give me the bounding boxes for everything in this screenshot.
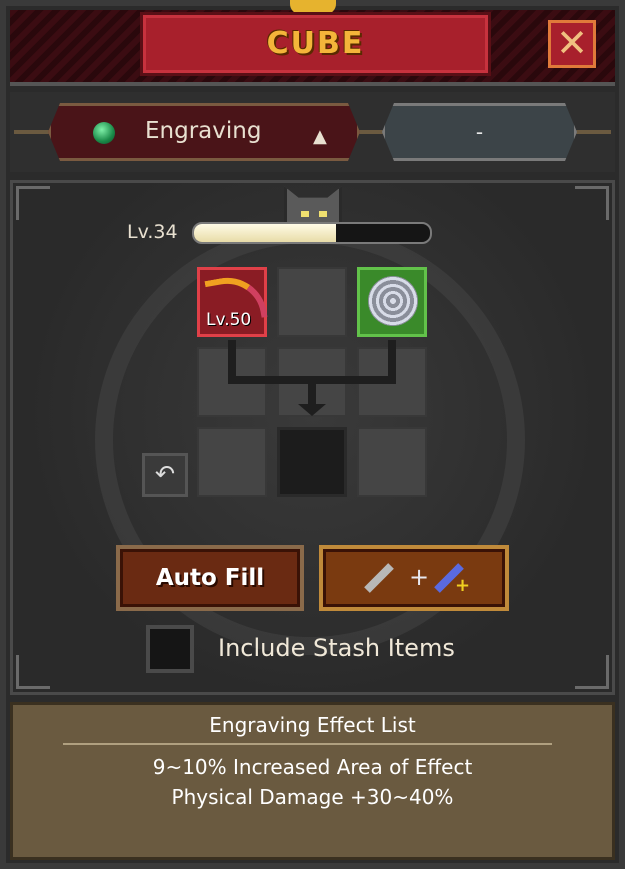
mode-label: Engraving bbox=[145, 118, 262, 144]
secondary-label: - bbox=[475, 120, 484, 144]
close-button[interactable]: ✕ bbox=[548, 20, 596, 68]
secondary-selector[interactable]: - bbox=[382, 103, 577, 161]
include-stash-label: Include Stash Items bbox=[218, 634, 455, 662]
auto-fill-button[interactable]: Auto Fill bbox=[116, 545, 304, 611]
effect-line: Physical Damage +30~40% bbox=[171, 785, 454, 809]
undo-button[interactable]: ↶ bbox=[142, 453, 188, 497]
corner-ornament bbox=[575, 655, 609, 689]
chevron-up-icon: ▲ bbox=[313, 126, 327, 147]
cube-eye bbox=[319, 211, 327, 217]
rail-middle bbox=[356, 130, 386, 134]
mode-dropdown[interactable]: Engraving ▲ bbox=[48, 103, 360, 161]
rail-right bbox=[575, 130, 611, 134]
grid-cell bbox=[357, 427, 427, 497]
combine-button[interactable]: + + bbox=[319, 545, 509, 611]
corner-ornament bbox=[16, 186, 50, 220]
close-icon: ✕ bbox=[556, 21, 588, 65]
effect-list-title: Engraving Effect List bbox=[209, 713, 416, 737]
effect-line: 9~10% Increased Area of Effect bbox=[152, 755, 473, 779]
corner-ornament bbox=[16, 655, 50, 689]
effect-list-panel: Engraving Effect List 9~10% Increased Ar… bbox=[10, 702, 615, 860]
web-icon bbox=[368, 276, 418, 326]
cube-level: Lv.34 bbox=[127, 221, 178, 243]
cube-xp-fill bbox=[194, 224, 336, 242]
output-slot[interactable] bbox=[277, 427, 347, 497]
cube-eye bbox=[301, 211, 309, 217]
window-title: CUBE bbox=[266, 26, 365, 61]
sparkle-icon: + bbox=[455, 575, 471, 596]
divider bbox=[63, 743, 552, 745]
auto-fill-label: Auto Fill bbox=[155, 565, 265, 591]
sword-icon bbox=[364, 563, 394, 593]
green-gem-icon bbox=[93, 122, 115, 144]
corner-ornament bbox=[575, 186, 609, 220]
item-level: Lv.50 bbox=[206, 310, 252, 330]
input-slot-3[interactable] bbox=[357, 267, 427, 337]
cube-xp-bar bbox=[192, 222, 432, 244]
grid-cell bbox=[197, 427, 267, 497]
title-ribbon: CUBE bbox=[140, 12, 491, 76]
input-slot-1[interactable]: Lv.50 bbox=[197, 267, 268, 337]
undo-arrow-icon: ↶ bbox=[154, 460, 176, 488]
include-stash-checkbox[interactable] bbox=[146, 625, 194, 673]
plus-icon: + bbox=[409, 563, 430, 591]
input-slot-2[interactable] bbox=[277, 267, 347, 337]
